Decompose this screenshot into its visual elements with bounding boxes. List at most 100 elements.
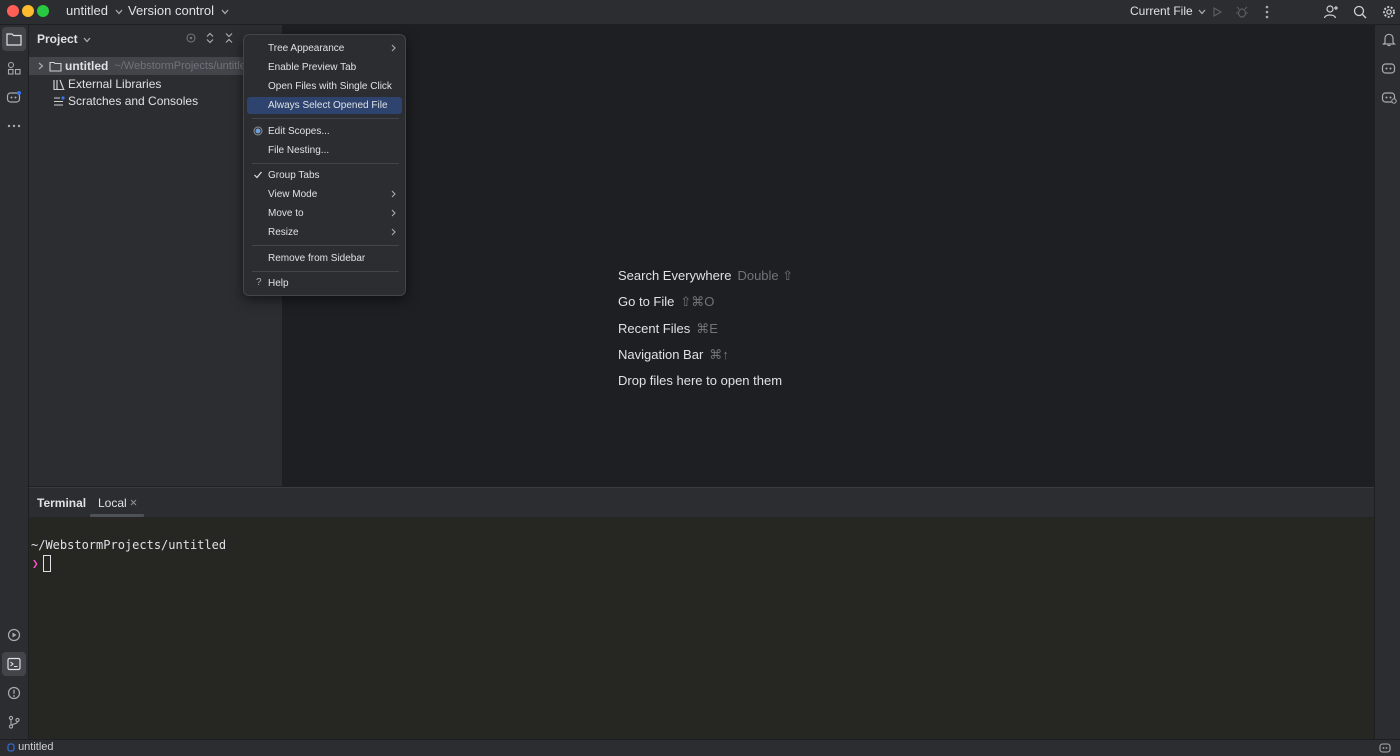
- terminal-tab-label: Local: [98, 496, 127, 510]
- menu-item-label: Group Tabs: [268, 170, 320, 181]
- tree-item-external-libraries[interactable]: External Libraries: [53, 75, 161, 93]
- menu-item-always-select-opened[interactable]: Always Select Opened File: [247, 97, 402, 114]
- project-switcher[interactable]: untitled: [66, 3, 123, 18]
- terminal-cwd: ~/WebstormProjects/untitled: [31, 538, 227, 552]
- chevron-right-icon: [38, 62, 44, 70]
- locate-file-icon[interactable]: [185, 32, 197, 44]
- tree-item-scratches[interactable]: Scratches and Consoles: [53, 92, 198, 110]
- ai-assistant-icon: [1381, 61, 1397, 75]
- menu-separator: [252, 245, 399, 246]
- menu-item-label: Help: [268, 278, 289, 289]
- menu-item-edit-scopes[interactable]: Edit Scopes...: [247, 123, 402, 140]
- zoom-window-button[interactable]: [37, 5, 49, 17]
- problems-tool-button[interactable]: [2, 681, 26, 705]
- hint-shortcut: ⌘E: [696, 321, 718, 336]
- expand-collapse-icon[interactable]: [204, 32, 216, 44]
- chevron-right-icon: [391, 209, 396, 217]
- menu-item-group-tabs[interactable]: Group Tabs: [247, 167, 402, 184]
- more-actions-icon[interactable]: [1257, 2, 1277, 22]
- menu-item-label: Resize: [268, 227, 299, 238]
- terminal-title: Terminal: [37, 496, 87, 510]
- terminal-tool-button[interactable]: [2, 652, 26, 676]
- close-tab-icon[interactable]: [130, 499, 137, 506]
- close-window-button[interactable]: [7, 5, 19, 17]
- menu-item-view-mode[interactable]: View Mode: [247, 186, 402, 203]
- menu-item-resize[interactable]: Resize: [247, 224, 402, 241]
- hint-shortcut: Double ⇧: [737, 268, 794, 283]
- tree-item-label: External Libraries: [68, 77, 162, 91]
- menu-item-label: Open Files with Single Click: [268, 81, 392, 92]
- checkmark-icon: [253, 170, 263, 180]
- hint-shortcut: ⇧⌘O: [680, 294, 715, 309]
- title-bar: untitled Version control Current File: [0, 0, 1400, 25]
- editor-area[interactable]: Search Everywhere Double ⇧ Go to File ⇧⌘O …: [283, 25, 1373, 486]
- tree-item-label: Scratches and Consoles: [68, 94, 199, 108]
- chevron-down-icon: [83, 37, 91, 43]
- project-panel-title[interactable]: Project: [37, 32, 91, 46]
- chevron-down-icon: [115, 9, 123, 15]
- menu-separator: [252, 163, 399, 164]
- git-tool-button[interactable]: [2, 710, 26, 734]
- ai-assistant-icon: [6, 90, 22, 104]
- structure-icon: [7, 61, 21, 75]
- terminal-cursor: [43, 555, 51, 572]
- run-config-label: Current File: [1130, 4, 1193, 18]
- menu-item-remove-sidebar[interactable]: Remove from Sidebar: [247, 250, 402, 267]
- hint-shortcut: ⌘↑: [709, 347, 729, 362]
- menu-separator: [252, 118, 399, 119]
- chevron-right-icon: [391, 44, 396, 52]
- folder-icon: [49, 61, 62, 72]
- debug-icon[interactable]: [1232, 2, 1252, 22]
- hint-label: Go to File: [618, 294, 675, 309]
- services-icon: [7, 628, 21, 642]
- ai-assistant-tool-button[interactable]: [2, 85, 26, 109]
- structure-tool-button[interactable]: [2, 56, 26, 80]
- chevron-down-icon: [1198, 9, 1206, 15]
- terminal-tab-local[interactable]: Local: [90, 488, 144, 518]
- tree-item-label: untitled: [65, 59, 109, 73]
- menu-item-move-to[interactable]: Move to: [247, 205, 402, 222]
- hint-label: Navigation Bar: [618, 347, 704, 362]
- terminal-icon: [7, 657, 21, 671]
- menu-item-label: Edit Scopes...: [268, 126, 330, 137]
- terminal-content[interactable]: ~/WebstormProjects/untitled ❯: [29, 517, 1374, 739]
- terminal-header: Terminal Local: [29, 487, 1374, 518]
- notifications-button[interactable]: [1377, 27, 1400, 51]
- more-tools-button[interactable]: [2, 114, 26, 138]
- status-project-label: untitled: [18, 741, 54, 753]
- vcs-widget[interactable]: Version control: [128, 3, 229, 18]
- ai-agent-button[interactable]: [1377, 85, 1400, 109]
- menu-item-help[interactable]: ? Help: [247, 275, 402, 292]
- chevron-down-icon: [221, 9, 229, 15]
- menu-item-file-nesting[interactable]: File Nesting...: [247, 142, 402, 159]
- collapse-all-icon[interactable]: [223, 32, 235, 44]
- hint-label: Drop files here to open them: [618, 373, 783, 388]
- status-bar: untitled: [0, 739, 1400, 756]
- run-icon[interactable]: [1207, 2, 1227, 22]
- services-tool-button[interactable]: [2, 623, 26, 647]
- folder-icon: [6, 32, 22, 46]
- tree-item-untitled[interactable]: untitled ~/WebstormProjects/untitled: [38, 57, 252, 75]
- hint-navigation-bar: Navigation Bar ⌘↑: [618, 347, 729, 363]
- menu-item-label: Enable Preview Tab: [268, 62, 357, 73]
- menu-item-open-single-click[interactable]: Open Files with Single Click: [247, 78, 402, 95]
- scope-icon: [253, 126, 263, 136]
- hint-search-everywhere: Search Everywhere Double ⇧: [618, 268, 793, 284]
- ai-status-icon[interactable]: [1379, 742, 1392, 753]
- menu-item-enable-preview-tab[interactable]: Enable Preview Tab: [247, 59, 402, 76]
- bell-icon: [1382, 32, 1396, 47]
- hint-recent-files: Recent Files ⌘E: [618, 321, 718, 337]
- minimize-window-button[interactable]: [22, 5, 34, 17]
- status-project-breadcrumb[interactable]: untitled: [7, 741, 54, 753]
- chevron-right-icon: [391, 228, 396, 236]
- menu-item-label: View Mode: [268, 189, 318, 200]
- add-user-icon[interactable]: [1321, 2, 1341, 22]
- project-tool-button[interactable]: [2, 27, 26, 51]
- menu-item-tree-appearance[interactable]: Tree Appearance: [247, 40, 402, 57]
- search-icon[interactable]: [1350, 2, 1370, 22]
- menu-item-label: Always Select Opened File: [268, 100, 388, 111]
- vcs-label: Version control: [128, 3, 214, 18]
- ai-chat-button[interactable]: [1377, 56, 1400, 80]
- gear-icon[interactable]: [1379, 2, 1399, 22]
- run-config-selector[interactable]: Current File: [1130, 4, 1206, 18]
